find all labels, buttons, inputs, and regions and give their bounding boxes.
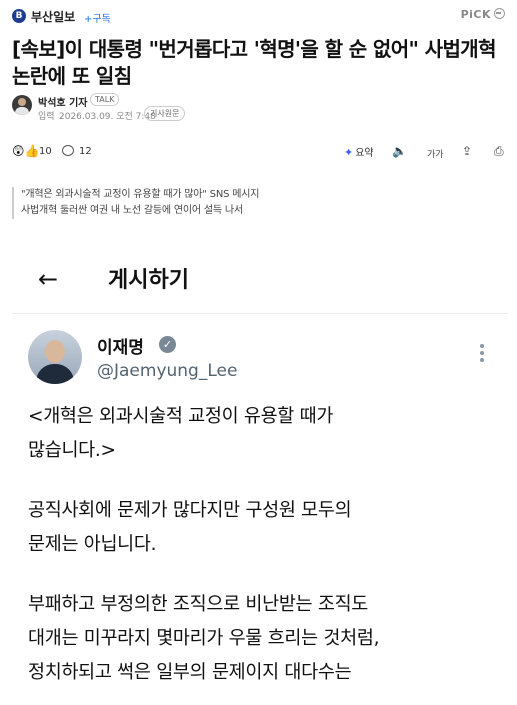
tweet-line: 공직사회에 문제가 많다지만 구성원 모두의 [28, 500, 352, 521]
subscribe-button[interactable]: +구독 [84, 10, 111, 25]
share-icon[interactable]: ⇪ [462, 144, 472, 158]
audio-icon[interactable]: 🔈 [392, 144, 407, 158]
date-label: 입력 [38, 112, 55, 122]
summary-icon: ✦ [344, 146, 354, 159]
tweet-line: 부패하고 부정의한 조직으로 비난받는 조직도 [28, 594, 369, 615]
post-header: ← 게시하기 [12, 240, 508, 314]
summary-label: 요약 [355, 148, 374, 159]
subtitle-line: "개혁은 외과시술적 교정이 유용할 때가 많아" SNS 메시지 [21, 189, 260, 200]
subtitle-line: 사법개혁 둘러싼 여권 내 노선 갈등에 연이어 설득 나서 [21, 205, 243, 216]
tweet-author-handle: @Jaemyung_Lee [97, 361, 238, 381]
article-subtitle: "개혁은 외과시술적 교정이 유용할 때가 많아" SNS 메시지 사법개혁 둘… [12, 187, 492, 219]
print-icon[interactable]: ⎙ [494, 144, 504, 159]
comment-icon[interactable] [62, 145, 74, 156]
tweet-line: <개혁은 외과시술적 교정이 유용할 때가 [28, 406, 334, 427]
pick-info-icon [494, 8, 505, 19]
original-article-button[interactable]: 기사원문 [144, 106, 186, 121]
back-arrow-icon: ← [38, 265, 59, 293]
talk-badge[interactable]: TALK [90, 93, 120, 106]
author-avatar[interactable] [12, 95, 32, 115]
tweet-line: 많습니다.> [28, 440, 116, 461]
byline: 박석호 기자 TALK 입력 2026.03.09. 오전 7:48 기사원문 [12, 93, 506, 124]
press-name[interactable]: 부산일보 [31, 8, 75, 25]
tweet-line: 정치하되고 썩은 일부의 문제이지 대다수는 [28, 662, 352, 683]
font-size-button[interactable]: 가가 [427, 147, 444, 160]
tweet-author-avatar [28, 330, 82, 384]
tweet-author-name: 이재명 [97, 338, 144, 358]
embedded-post-image: ← 게시하기 이재명 ✓ @Jaemyung_Lee <개혁은 외과시술적 교정… [12, 240, 508, 705]
reaction-count[interactable]: 10 [39, 146, 52, 157]
author-name[interactable]: 박석호 기자 [38, 94, 87, 109]
press-bar: B 부산일보 +구독 PiCK [0, 0, 517, 32]
publish-date: 2026.03.09. 오전 7:48 [59, 112, 156, 122]
press-logo[interactable]: B [12, 9, 26, 23]
pick-label: PiCK [460, 8, 491, 21]
pick-badge[interactable]: PiCK [461, 8, 505, 21]
article-actions: 😲👍 10 12 ✦ 요약 🔈 가가 ⇪ ⎙ [12, 144, 508, 162]
tweet-line: 대개는 미꾸라지 몇마리가 우물 흐리는 것처럼, [28, 628, 380, 649]
article-headline: [속보]이 대통령 "번거롭다고 '혁명'을 할 순 없어" 사법개혁 논란에 … [12, 37, 497, 88]
post-header-title: 게시하기 [108, 268, 189, 293]
tweet-body: <개혁은 외과시술적 교정이 유용할 때가 많습니다.> 공직사회에 문제가 많… [28, 400, 498, 690]
more-options-icon [480, 344, 484, 365]
reaction-icon[interactable]: 😲👍 [12, 144, 39, 158]
summary-button[interactable]: ✦ 요약 [344, 144, 374, 159]
tweet-line: 문제는 아닙니다. [28, 534, 157, 555]
comment-count[interactable]: 12 [79, 146, 92, 157]
verified-badge-icon: ✓ [159, 336, 176, 353]
